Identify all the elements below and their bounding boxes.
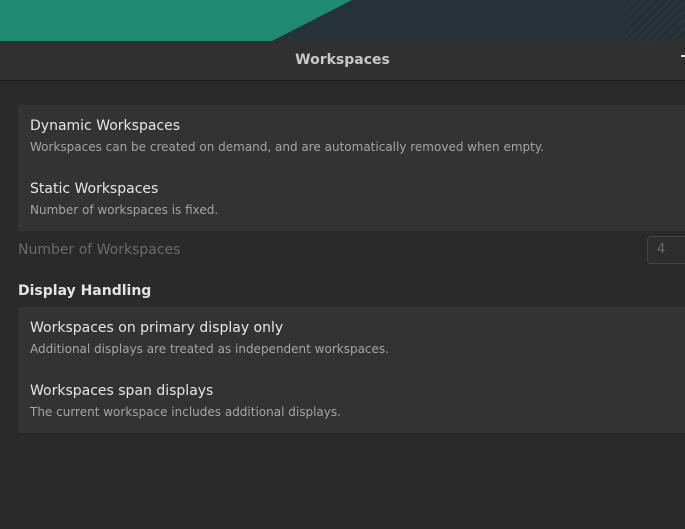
header-close-icon[interactable] [681, 55, 685, 57]
option-title: Workspaces on primary display only [30, 320, 284, 336]
wallpaper-teal-shape [0, 0, 352, 41]
option-subtitle: Number of workspaces is fixed. [30, 203, 219, 217]
static-workspaces-option[interactable]: Static Workspaces Number of workspaces i… [18, 168, 685, 231]
workspace-mode-list: Dynamic Workspaces Workspaces can be cre… [18, 105, 685, 231]
option-title: Static Workspaces [30, 181, 159, 197]
option-subtitle: Workspaces can be created on demand, and… [30, 140, 545, 154]
wallpaper-stripes [625, 0, 685, 41]
window-title: Workspaces [295, 52, 390, 68]
settings-window: Workspaces Dynamic Workspaces Workspaces… [0, 41, 685, 529]
headerbar: Workspaces [0, 41, 685, 81]
option-subtitle: The current workspace includes additiona… [30, 405, 341, 419]
option-title: Workspaces span displays [30, 383, 214, 399]
display-handling-list: Workspaces on primary display only Addit… [18, 307, 685, 433]
number-of-workspaces-label: Number of Workspaces [18, 242, 181, 258]
option-title: Dynamic Workspaces [30, 118, 181, 134]
span-displays-option[interactable]: Workspaces span displays The current wor… [18, 370, 685, 433]
primary-display-only-option[interactable]: Workspaces on primary display only Addit… [18, 307, 685, 370]
number-of-workspaces-spinner[interactable]: 4 [647, 236, 685, 264]
desktop-wallpaper [0, 0, 685, 41]
display-handling-heading: Display Handling [18, 283, 152, 299]
option-subtitle: Additional displays are treated as indep… [30, 342, 389, 356]
dynamic-workspaces-option[interactable]: Dynamic Workspaces Workspaces can be cre… [18, 105, 685, 168]
